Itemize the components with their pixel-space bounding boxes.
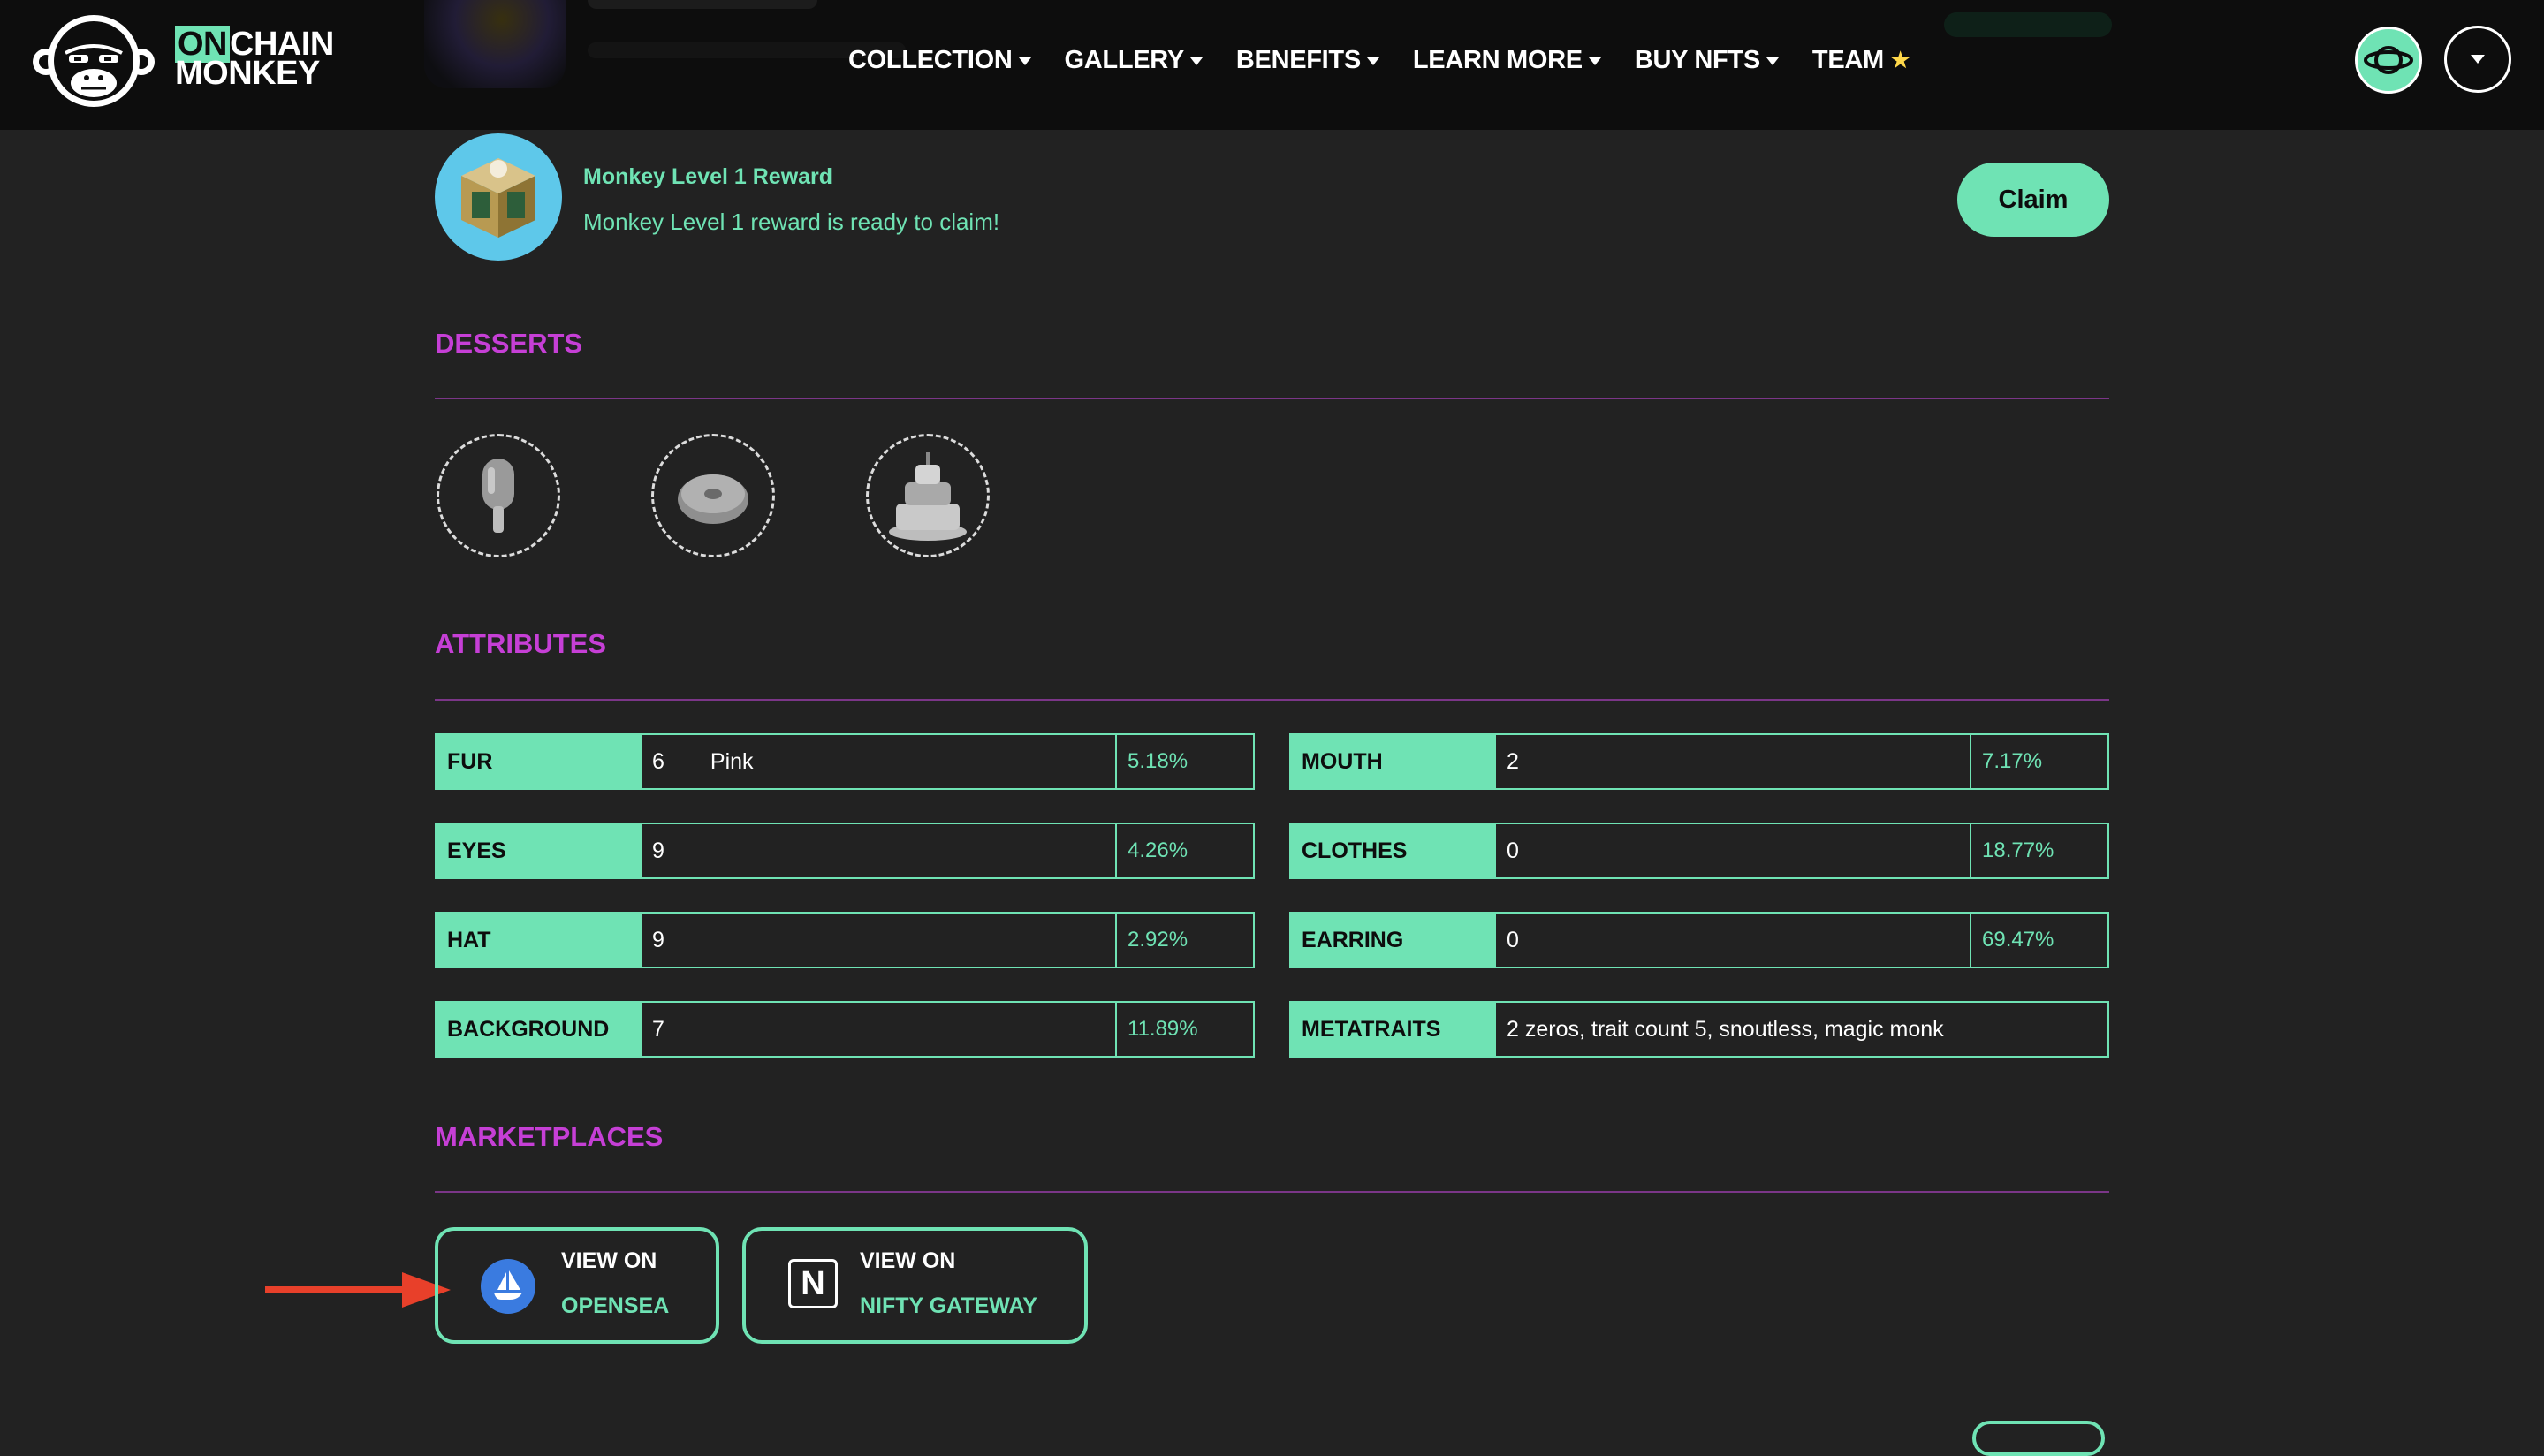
attribute-label: HAT [437, 914, 642, 967]
attribute-value: 0 [1496, 824, 1971, 877]
claim-button[interactable]: Claim [1957, 163, 2109, 237]
attribute-value: 2 zeros, trait count 5, snoutless, magic… [1507, 1016, 1944, 1042]
onchain-monkey-logo[interactable]: ONCHAIN MONKEY [32, 12, 350, 110]
nifty-gateway-icon: N [788, 1259, 838, 1308]
nav-collection[interactable]: COLLECTION [848, 46, 1031, 75]
annotation-arrow-icon [265, 1272, 451, 1308]
attribute-label: FUR [437, 735, 642, 788]
attribute-rarity: 7.17% [1982, 749, 2043, 773]
opensea-line1: VIEW ON [561, 1248, 657, 1273]
cake-icon [889, 452, 967, 541]
attribute-label: METATRAITS [1291, 1003, 1496, 1056]
partial-button[interactable] [1972, 1421, 2105, 1456]
attribute-value: 2 [1496, 735, 1971, 788]
section-divider [435, 398, 2109, 399]
treasure-box-icon [461, 158, 535, 238]
attribute-row-mouth: MOUTH 2 7.17% [1289, 733, 2109, 790]
chevron-down-icon [2471, 55, 2485, 64]
dessert-slot-popsicle[interactable] [437, 434, 560, 557]
attribute-label: MOUTH [1291, 735, 1496, 788]
planet-button[interactable] [2355, 27, 2422, 94]
view-on-nifty-gateway-button[interactable]: N VIEW ON NIFTY GATEWAY [742, 1227, 1088, 1344]
attribute-value-number: 6 [652, 748, 664, 774]
popsicle-icon [482, 459, 514, 533]
nav-label: TEAM [1811, 46, 1884, 74]
dessert-slot-cake[interactable] [866, 434, 990, 557]
chevron-down-icon [1588, 57, 1601, 65]
attribute-label: BACKGROUND [437, 1003, 642, 1056]
dessert-slot-donut[interactable] [651, 434, 775, 557]
opensea-line2: OPENSEA [561, 1293, 670, 1318]
attribute-label: CLOTHES [1291, 824, 1496, 877]
attribute-value: 9 [642, 914, 1117, 967]
monkey-head-icon [33, 15, 155, 107]
section-divider [435, 1191, 2109, 1193]
faded-background-pill [1944, 12, 2112, 37]
main-nav: COLLECTION GALLERY BENEFITS LEARN MORE B… [848, 46, 1943, 75]
nav-gallery[interactable]: GALLERY [1065, 46, 1203, 75]
attribute-rarity: 5.18% [1128, 749, 1188, 773]
reward-title: Monkey Level 1 Reward [583, 164, 833, 189]
attribute-value: 9 [642, 824, 1117, 877]
attribute-row-earring: EARRING 0 69.47% [1289, 912, 2109, 968]
star-icon: ★ [1890, 49, 1910, 72]
site-header: ONCHAIN MONKEY COLLECTION GALLERY BENEFI… [0, 0, 2544, 130]
attribute-label: EYES [437, 824, 642, 877]
marketplaces-heading: MARKETPLACES [435, 1121, 664, 1152]
attribute-value-name: Pink [710, 748, 754, 774]
nav-team[interactable]: TEAM ★ [1812, 46, 1910, 75]
chevron-down-icon [1766, 57, 1779, 65]
attribute-rarity: 18.77% [1982, 838, 2054, 862]
attribute-row-metatraits: METATRAITS 2 zeros, trait count 5, snout… [1289, 1001, 2109, 1058]
nav-label: BUY NFTS [1634, 46, 1760, 74]
attributes-heading: ATTRIBUTES [435, 628, 607, 659]
attribute-row-clothes: CLOTHES 0 18.77% [1289, 823, 2109, 879]
logo-monkey: MONKEY [175, 55, 320, 92]
section-divider [435, 699, 2109, 701]
attribute-value: 7 [642, 1003, 1117, 1056]
account-menu-button[interactable] [2444, 26, 2511, 93]
attribute-value: 0 [1496, 914, 1971, 967]
reward-box-image [435, 133, 562, 261]
attribute-rarity: 69.47% [1982, 928, 2054, 952]
attribute-row-fur: FUR 6 Pink 5.18% [435, 733, 1255, 790]
chevron-down-icon [1189, 57, 1203, 65]
nav-label: GALLERY [1064, 46, 1185, 74]
planet-icon [2364, 46, 2413, 74]
attribute-value: 6 Pink [642, 735, 1117, 788]
opensea-icon [481, 1259, 535, 1314]
donut-icon [678, 474, 748, 524]
attribute-row-hat: HAT 9 2.92% [435, 912, 1255, 968]
attribute-rarity: 11.89% [1128, 1017, 1198, 1041]
faded-background-text [588, 0, 817, 9]
opensea-logo-icon [494, 1270, 522, 1300]
nifty-line2: NIFTY GATEWAY [860, 1293, 1037, 1318]
nav-label: LEARN MORE [1412, 46, 1583, 74]
attribute-label: EARRING [1291, 914, 1496, 967]
logo-wordmark: ONCHAIN MONKEY [175, 26, 334, 92]
attribute-rarity: 4.26% [1128, 838, 1188, 862]
chevron-down-icon [1018, 57, 1031, 65]
desserts-heading: DESSERTS [435, 328, 583, 359]
nav-benefits[interactable]: BENEFITS [1236, 46, 1379, 75]
view-on-opensea-button[interactable]: VIEW ON OPENSEA [435, 1227, 719, 1344]
chevron-down-icon [1366, 57, 1379, 65]
reward-message: Monkey Level 1 reward is ready to claim! [583, 209, 1000, 235]
faded-background-thumbnail [424, 0, 566, 88]
nav-learn-more[interactable]: LEARN MORE [1413, 46, 1601, 75]
nifty-line1: VIEW ON [860, 1248, 956, 1273]
nav-label: BENEFITS [1235, 46, 1361, 74]
attribute-row-background: BACKGROUND 7 11.89% [435, 1001, 1255, 1058]
attribute-row-eyes: EYES 9 4.26% [435, 823, 1255, 879]
nav-buy-nfts[interactable]: BUY NFTS [1635, 46, 1779, 75]
nav-label: COLLECTION [848, 46, 1013, 74]
attribute-rarity: 2.92% [1128, 928, 1188, 952]
